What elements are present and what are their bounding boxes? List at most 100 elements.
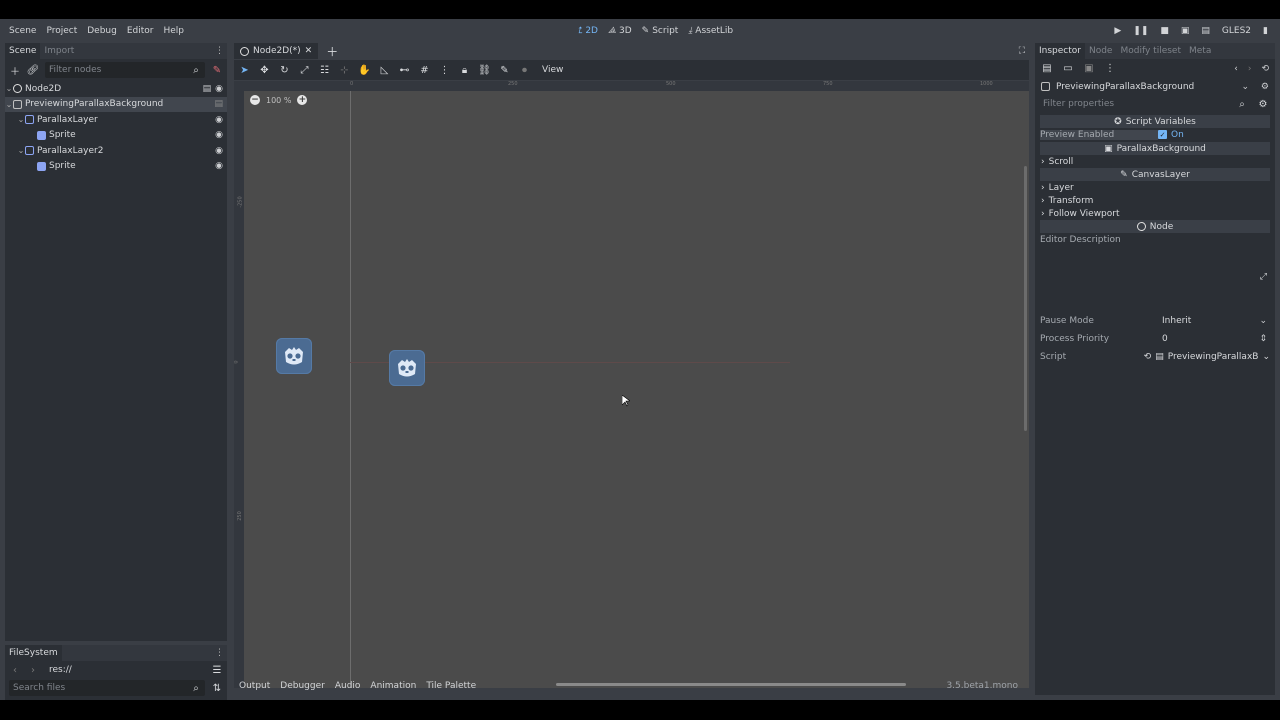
workspace-assetlib[interactable]: ⤓ AssetLib — [683, 26, 738, 36]
menu-project[interactable]: Project — [41, 19, 82, 43]
group-icon[interactable]: ⛓ — [478, 64, 491, 77]
play-scene-icon[interactable]: ▣ — [1181, 26, 1190, 36]
chevron-right-icon[interactable]: › — [27, 664, 39, 676]
editor-description-textarea[interactable]: ⤢ — [1040, 246, 1270, 312]
lock-icon[interactable]: 🔒︎ — [458, 64, 471, 77]
menu-debug[interactable]: Debug — [82, 19, 122, 43]
view-menu[interactable]: View — [542, 65, 563, 75]
workspace-2d[interactable]: ⮤ 2D — [572, 26, 603, 36]
play-custom-scene-icon[interactable]: ▤ — [1201, 26, 1210, 36]
group-follow-viewport[interactable]: › Follow Viewport — [1035, 207, 1275, 220]
object-properties-icon[interactable]: ⚙ — [1261, 82, 1269, 92]
menu-help[interactable]: Help — [159, 19, 190, 43]
menu-scene[interactable]: Scene — [4, 19, 41, 43]
tree-node-sprite[interactable]: Sprite ◉ — [5, 159, 227, 175]
menu-editor[interactable]: Editor — [122, 19, 159, 43]
search-files-input[interactable] — [13, 683, 201, 693]
script-icon[interactable]: ▤ — [203, 84, 212, 94]
tab-modify-tileset[interactable]: Modify tileset — [1116, 43, 1185, 59]
add-node-icon[interactable]: ＋ — [9, 64, 21, 78]
tab-import[interactable]: Import — [40, 43, 78, 59]
tab-animation[interactable]: Animation — [365, 681, 421, 691]
sort-icon[interactable]: ⇅ — [211, 682, 223, 694]
godot-sprite-icon[interactable] — [389, 350, 425, 386]
ruler-mode-icon[interactable]: ◺ — [378, 64, 391, 77]
snap-options-icon[interactable]: ⋮ — [438, 64, 451, 77]
stop-icon[interactable]: ■ — [1160, 26, 1169, 36]
visibility-eye-icon[interactable]: ◉ — [215, 161, 223, 171]
renderer-info-icon[interactable]: ▮ — [1263, 26, 1268, 36]
chevron-down-icon[interactable]: ⌄ — [1262, 352, 1270, 362]
list-select-icon[interactable]: ☷ — [318, 64, 331, 77]
visibility-eye-icon[interactable]: ◉ — [215, 146, 223, 156]
tree-node-parallaxlayer[interactable]: ⌄ ParallaxLayer ◉ — [5, 112, 227, 128]
settings-icon[interactable]: ⚙ — [1257, 98, 1269, 110]
canvas-viewport[interactable]: 0 250 500 750 1000 -250 0 250 − 100 % + — [234, 81, 1029, 688]
path-field[interactable]: res:// — [45, 662, 205, 678]
chevron-down-icon[interactable]: ⌄ — [5, 100, 13, 109]
filter-nodes-input[interactable] — [49, 65, 201, 75]
visibility-eye-icon[interactable]: ◉ — [215, 130, 223, 140]
reload-icon[interactable]: ⟲ — [1144, 352, 1152, 362]
close-icon[interactable]: ✕ — [305, 43, 313, 59]
vertical-scrollbar[interactable] — [1024, 166, 1027, 431]
grid-snap-icon[interactable]: # — [418, 64, 431, 77]
zoom-reset-button[interactable]: 100 % — [266, 96, 291, 105]
distraction-free-icon[interactable]: ⛶ — [1019, 43, 1025, 59]
add-scene-tab-icon[interactable]: ＋ — [326, 43, 338, 60]
tab-filesystem[interactable]: FileSystem — [5, 645, 62, 661]
move-mode-icon[interactable]: ✥ — [258, 64, 271, 77]
play-icon[interactable]: ▶ — [1114, 26, 1121, 36]
tab-output[interactable]: Output — [234, 681, 275, 691]
preview-enabled-checkbox[interactable]: ✓ On — [1158, 130, 1270, 140]
inspected-object-row[interactable]: PreviewingParallaxBackground ⌄ ⚙ — [1035, 78, 1275, 95]
chevron-down-icon[interactable]: ⌄ — [17, 146, 25, 155]
tab-debugger[interactable]: Debugger — [275, 681, 330, 691]
chevron-left-icon[interactable]: ‹ — [1234, 64, 1238, 74]
chevron-down-icon[interactable]: ⌄ — [5, 84, 13, 93]
chevron-left-icon[interactable]: ‹ — [9, 664, 21, 676]
kebab-menu-icon[interactable]: ⋮ — [215, 645, 224, 661]
visibility-eye-icon[interactable]: ◉ — [215, 115, 223, 125]
pause-icon[interactable]: ❚❚ — [1133, 26, 1148, 36]
tab-audio[interactable]: Audio — [330, 681, 366, 691]
script-icon[interactable]: ▤ — [214, 99, 223, 109]
group-transform[interactable]: › Transform — [1035, 194, 1275, 207]
chevron-down-icon[interactable]: ⌄ — [1241, 82, 1249, 92]
tree-node-previewingparallaxbackground[interactable]: ⌄ PreviewingParallaxBackground ▤ — [5, 96, 227, 112]
tab-node[interactable]: Node — [1085, 43, 1117, 59]
pivot-mode-icon[interactable]: ⊹ — [338, 64, 351, 77]
new-resource-icon[interactable]: ▤ — [1041, 63, 1053, 75]
open-folder-icon[interactable]: ▭ — [1062, 63, 1074, 75]
tab-meta[interactable]: Meta — [1185, 43, 1215, 59]
kebab-menu-icon[interactable]: ⋮ — [1104, 63, 1116, 75]
chevron-down-icon[interactable]: ⌄ — [17, 115, 25, 124]
scene-tab-node2d[interactable]: Node2D(*) ✕ — [234, 43, 319, 59]
camera-override-icon[interactable]: ⏺ — [518, 64, 531, 77]
process-priority-spinbox[interactable]: 0 ⇕ — [1158, 332, 1270, 346]
zoom-out-button[interactable]: − — [250, 95, 260, 105]
stepper-icon[interactable]: ⇕ — [1259, 334, 1267, 344]
renderer-select[interactable]: GLES2 — [1222, 26, 1251, 36]
tree-node-sprite[interactable]: Sprite ◉ — [5, 128, 227, 144]
split-mode-icon[interactable]: ☰ — [211, 664, 223, 676]
smart-snap-icon[interactable]: ⊷ — [398, 64, 411, 77]
pan-mode-icon[interactable]: ✋ — [358, 64, 371, 77]
save-icon[interactable]: ▣ — [1083, 63, 1095, 75]
chevron-right-icon[interactable]: › — [1248, 64, 1252, 74]
pause-mode-select[interactable]: Inherit ⌄ — [1158, 314, 1270, 328]
godot-sprite-icon[interactable] — [276, 338, 312, 374]
workspace-3d[interactable]: ⟁ 3D — [603, 26, 637, 36]
tree-node-parallaxlayer2[interactable]: ⌄ ParallaxLayer2 ◉ — [5, 143, 227, 159]
select-mode-icon[interactable]: ➤ — [238, 64, 251, 77]
zoom-in-button[interactable]: + — [297, 95, 308, 105]
script-resource-picker[interactable]: ⟲ ▤ PreviewingParallaxB ⌄ — [1144, 352, 1270, 362]
link-icon[interactable]: 🔗︎ — [27, 64, 40, 76]
kebab-menu-icon[interactable]: ⋮ — [215, 43, 224, 59]
workspace-script[interactable]: ✎ Script — [637, 26, 684, 36]
script-attach-icon[interactable]: ✎ — [211, 64, 223, 76]
tab-scene[interactable]: Scene — [5, 43, 41, 59]
group-scroll[interactable]: › Scroll — [1035, 155, 1275, 168]
group-layer[interactable]: › Layer — [1035, 181, 1275, 194]
expand-icon[interactable]: ⤢ — [1260, 272, 1267, 282]
